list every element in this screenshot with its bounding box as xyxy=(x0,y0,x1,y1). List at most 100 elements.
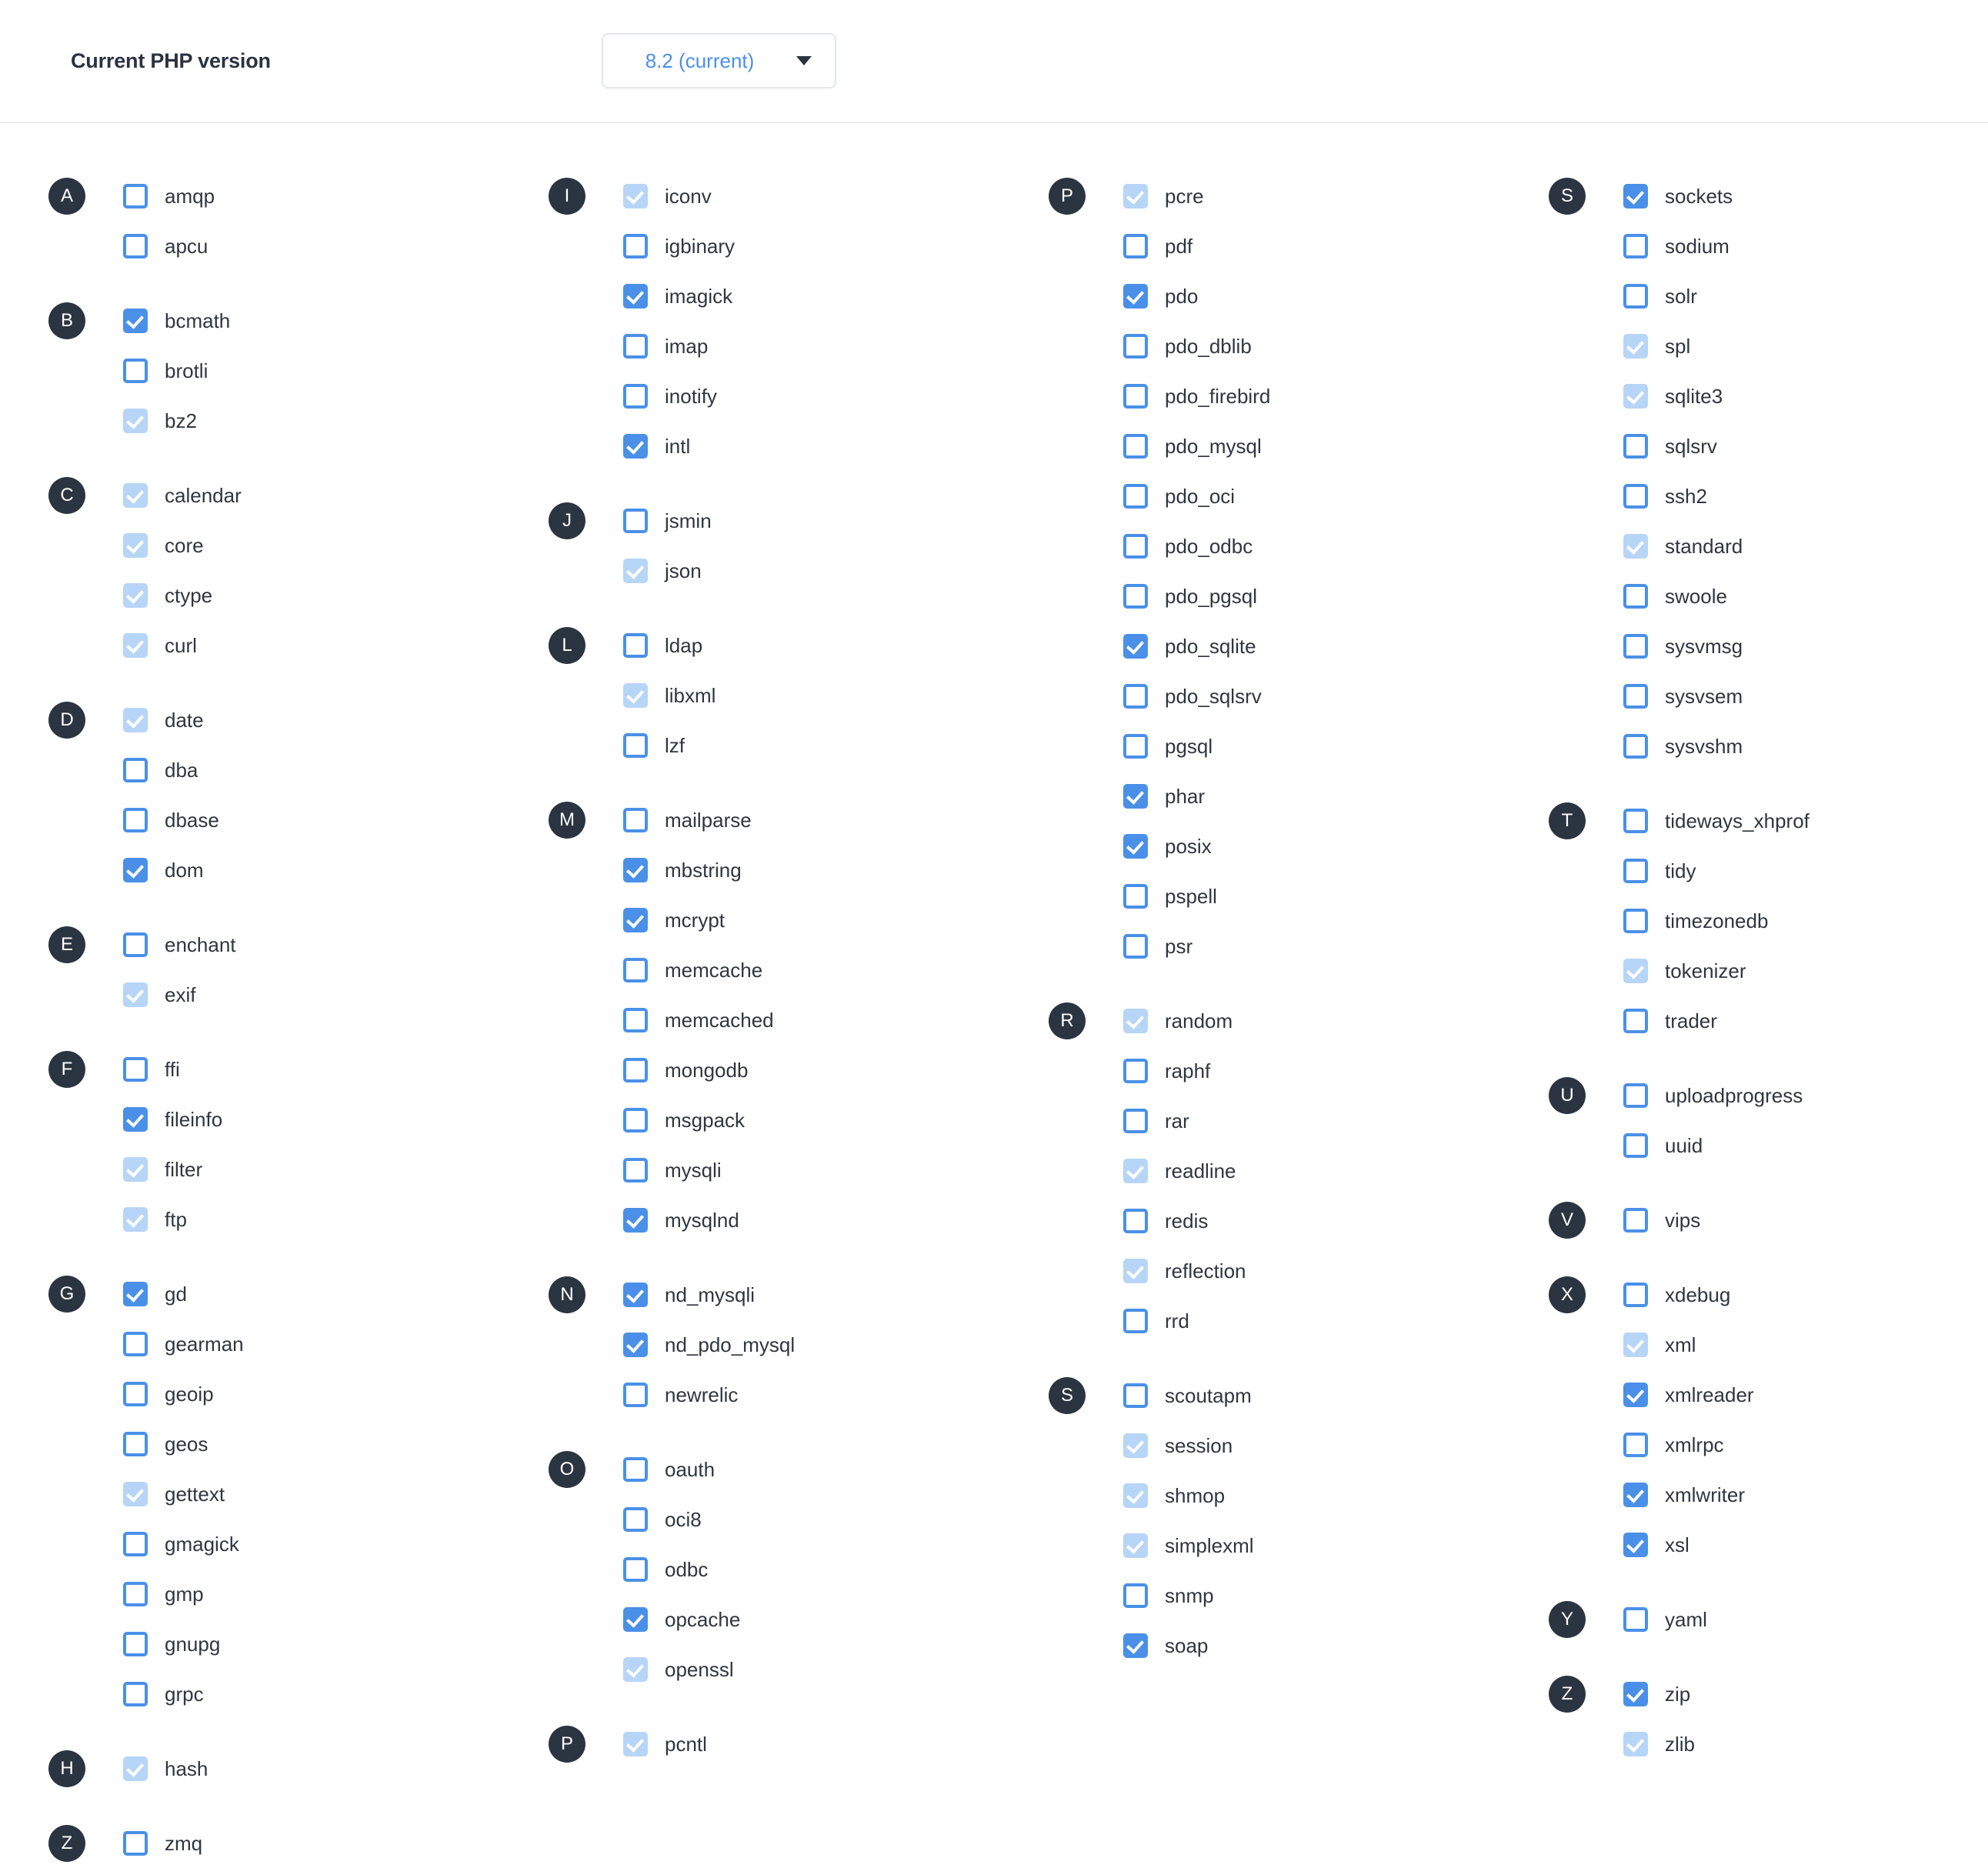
extension-row[interactable]: pdo_sqlsrv xyxy=(1039,671,1500,721)
extension-row[interactable]: libxml xyxy=(539,670,1000,720)
extension-row[interactable]: dbase xyxy=(38,795,500,845)
extension-row[interactable]: Uuploadprogress xyxy=(1539,1070,1988,1120)
checkbox-memcached[interactable] xyxy=(623,1007,648,1032)
extension-row[interactable]: xsl xyxy=(1539,1519,1988,1569)
extension-row[interactable]: msgpack xyxy=(539,1095,1000,1145)
checkbox-mailparse[interactable] xyxy=(623,807,648,832)
extension-row[interactable]: filter xyxy=(38,1144,500,1194)
extension-row[interactable]: memcache xyxy=(539,945,1000,995)
extension-row[interactable]: exif xyxy=(38,969,500,1019)
extension-row[interactable]: pgsql xyxy=(1039,721,1500,771)
extension-row[interactable]: Fffi xyxy=(38,1044,500,1094)
extension-row[interactable]: raphf xyxy=(1039,1046,1500,1096)
checkbox-ldap[interactable] xyxy=(623,632,648,658)
extension-row[interactable]: mongodb xyxy=(539,1045,1000,1095)
extension-row[interactable]: mbstring xyxy=(539,845,1000,895)
checkbox-soap[interactable] xyxy=(1123,1633,1148,1658)
extension-row[interactable]: psr xyxy=(1039,921,1500,971)
extension-row[interactable]: Yyaml xyxy=(1539,1594,1988,1644)
extension-row[interactable]: nd_pdo_mysql xyxy=(539,1319,1000,1369)
extension-row[interactable]: Aamqp xyxy=(38,171,500,221)
extension-row[interactable]: geos xyxy=(38,1419,500,1469)
extension-row[interactable]: Ssockets xyxy=(1539,171,1988,221)
extension-row[interactable]: gearman xyxy=(38,1319,500,1369)
extension-row[interactable]: sqlite3 xyxy=(1539,371,1988,421)
extension-row[interactable]: mysqlnd xyxy=(539,1195,1000,1245)
checkbox-mongodb[interactable] xyxy=(623,1057,648,1082)
checkbox-timezonedb[interactable] xyxy=(1623,908,1648,933)
checkbox-nd_mysqli[interactable] xyxy=(623,1282,648,1307)
checkbox-sysvmsg[interactable] xyxy=(1623,633,1648,659)
checkbox-memcache[interactable] xyxy=(623,957,648,982)
checkbox-amqp[interactable] xyxy=(123,183,148,208)
extension-row[interactable]: dba xyxy=(38,745,500,795)
extension-row[interactable]: gmagick xyxy=(38,1519,500,1569)
checkbox-mbstring[interactable] xyxy=(623,857,648,882)
extension-row[interactable]: solr xyxy=(1539,271,1988,321)
extension-row[interactable]: session xyxy=(1039,1420,1500,1470)
extension-row[interactable]: newrelic xyxy=(539,1369,1000,1419)
checkbox-zmq[interactable] xyxy=(123,1830,148,1856)
extension-row[interactable]: gnupg xyxy=(38,1619,500,1669)
extension-row[interactable]: pdo_odbc xyxy=(1039,521,1500,571)
extension-row[interactable]: Mmailparse xyxy=(539,795,1000,845)
checkbox-mysqli[interactable] xyxy=(623,1157,648,1183)
checkbox-xmlreader[interactable] xyxy=(1623,1382,1648,1407)
extension-row[interactable]: tokenizer xyxy=(1539,946,1988,996)
checkbox-pdf[interactable] xyxy=(1123,233,1148,259)
checkbox-msgpack[interactable] xyxy=(623,1107,648,1132)
extension-row[interactable]: imagick xyxy=(539,271,1000,321)
extension-row[interactable]: Bbcmath xyxy=(38,295,500,345)
checkbox-redis[interactable] xyxy=(1123,1208,1148,1233)
checkbox-rrd[interactable] xyxy=(1123,1308,1148,1333)
checkbox-tidy[interactable] xyxy=(1623,858,1648,883)
extension-row[interactable]: intl xyxy=(539,421,1000,471)
checkbox-dom[interactable] xyxy=(123,857,148,882)
extension-row[interactable]: pdo_oci xyxy=(1039,471,1500,521)
checkbox-pdo_oci[interactable] xyxy=(1123,483,1148,509)
checkbox-xsl[interactable] xyxy=(1623,1532,1648,1557)
extension-row[interactable]: Ppcre xyxy=(1039,171,1500,221)
checkbox-pdo_sqlite[interactable] xyxy=(1123,633,1148,659)
php-version-select[interactable]: 8.2 (current) xyxy=(602,33,836,88)
checkbox-trader[interactable] xyxy=(1623,1008,1648,1033)
checkbox-opcache[interactable] xyxy=(623,1606,648,1632)
checkbox-posix[interactable] xyxy=(1123,833,1148,859)
checkbox-pspell[interactable] xyxy=(1123,883,1148,909)
extension-row[interactable]: pdo_firebird xyxy=(1039,371,1500,421)
extension-row[interactable]: lzf xyxy=(539,720,1000,770)
checkbox-imap[interactable] xyxy=(623,333,648,359)
extension-row[interactable]: Lldap xyxy=(539,620,1000,670)
extension-row[interactable]: Zzip xyxy=(1539,1669,1988,1719)
checkbox-pdo_odbc[interactable] xyxy=(1123,533,1148,559)
checkbox-pdo[interactable] xyxy=(1123,283,1148,309)
extension-row[interactable]: timezonedb xyxy=(1539,896,1988,946)
extension-row[interactable]: bz2 xyxy=(38,395,500,445)
checkbox-imagick[interactable] xyxy=(623,283,648,309)
extension-row[interactable]: pdo_sqlite xyxy=(1039,621,1500,671)
extension-row[interactable]: Xxdebug xyxy=(1539,1269,1988,1319)
checkbox-zip[interactable] xyxy=(1623,1681,1648,1706)
checkbox-rar[interactable] xyxy=(1123,1108,1148,1133)
checkbox-igbinary[interactable] xyxy=(623,233,648,259)
checkbox-intl[interactable] xyxy=(623,433,648,459)
checkbox-gd[interactable] xyxy=(123,1281,148,1306)
checkbox-pdo_pgsql[interactable] xyxy=(1123,583,1148,609)
checkbox-inotify[interactable] xyxy=(623,383,648,409)
extension-row[interactable]: Jjsmin xyxy=(539,495,1000,545)
extension-row[interactable]: Ppcntl xyxy=(539,1719,1000,1769)
checkbox-geos[interactable] xyxy=(123,1431,148,1456)
checkbox-grpc[interactable] xyxy=(123,1681,148,1706)
extension-row[interactable]: uuid xyxy=(1539,1120,1988,1170)
checkbox-odbc[interactable] xyxy=(623,1556,648,1582)
extension-row[interactable]: Ggd xyxy=(38,1269,500,1319)
checkbox-phar[interactable] xyxy=(1123,783,1148,809)
extension-row[interactable]: memcached xyxy=(539,995,1000,1045)
extension-row[interactable]: xmlwriter xyxy=(1539,1469,1988,1519)
extension-row[interactable]: readline xyxy=(1039,1146,1500,1196)
extension-row[interactable]: geoip xyxy=(38,1369,500,1419)
checkbox-raphf[interactable] xyxy=(1123,1058,1148,1083)
checkbox-uploadprogress[interactable] xyxy=(1623,1082,1648,1108)
extension-row[interactable]: sysvshm xyxy=(1539,721,1988,771)
extension-row[interactable]: Iiconv xyxy=(539,171,1000,221)
